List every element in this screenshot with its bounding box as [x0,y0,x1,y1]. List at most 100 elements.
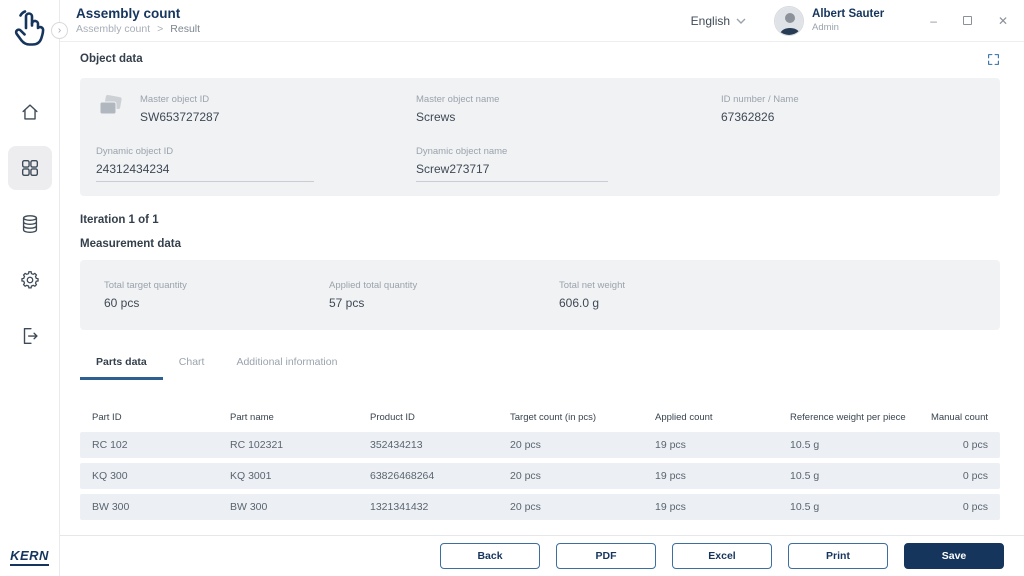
measurement-title: Measurement data [80,238,1000,250]
sidebar-item-logout[interactable] [8,314,52,358]
table-row[interactable]: BW 300 BW 300 1321341432 20 pcs 19 pcs 1… [80,494,1000,520]
footer-action-bar: Back PDF Excel Print Save [60,535,1024,576]
cell-part-id: KQ 300 [92,470,230,482]
cell-target-count: 20 pcs [510,501,655,513]
sidebar-item-modules[interactable] [8,146,52,190]
cell-applied-count: 19 pcs [655,470,790,482]
field-value: 67362826 [721,110,984,124]
excel-button[interactable]: Excel [672,543,772,569]
cell-part-name: BW 300 [230,501,370,513]
cell-reference-weight: 10.5 g [790,439,910,451]
cell-product-id: 1321341432 [370,501,510,513]
header: Assembly count Assembly count > Result E… [60,0,1024,42]
pdf-button[interactable]: PDF [556,543,656,569]
cell-product-id: 352434213 [370,439,510,451]
iteration-title: Iteration 1 of 1 [80,214,1000,226]
field-label: Master object name [416,94,721,105]
field-label: Dynamic object name [416,146,721,157]
cell-applied-count: 19 pcs [655,501,790,513]
field-label: Total target quantity [104,280,329,291]
sidebar-nav [8,90,52,358]
parts-table: Part ID Part name Product ID Target coun… [80,402,1000,520]
content: Object data Master object ID SW653727287 [60,42,1024,535]
apps-grid-icon [19,157,41,179]
user-name: Albert Sauter [812,7,884,21]
breadcrumb-parent[interactable]: Assembly count [76,23,150,35]
field-label: ID number / Name [721,94,984,105]
column-header: Reference weight per piece [790,412,910,423]
breadcrumb: Assembly count > Result [76,23,200,35]
field-id-number-name: ID number / Name 67362826 [721,94,984,124]
field-value: 57 pcs [329,296,559,310]
avatar[interactable] [774,6,804,36]
field-master-object-name: Master object name Screws [416,94,721,124]
back-button[interactable]: Back [440,543,540,569]
window-controls: – ✕ [930,15,1008,27]
main-area: Assembly count Assembly count > Result E… [60,0,1024,576]
column-header: Part ID [92,412,230,423]
cell-reference-weight: 10.5 g [790,501,910,513]
chevron-right-icon: › [58,25,61,36]
user-info[interactable]: Albert Sauter Admin [812,7,884,33]
sidebar-item-settings[interactable] [8,258,52,302]
tab-additional-information[interactable]: Additional information [220,350,353,380]
minimize-icon[interactable]: – [930,15,937,27]
field-value: Screws [416,110,721,124]
cell-applied-count: 19 pcs [655,439,790,451]
column-header: Manual count [931,412,988,423]
object-data-title: Object data [80,53,143,65]
field-label: Dynamic object ID [96,146,416,157]
app-window: KERN › Assembly count Assembly count > R… [0,0,1024,576]
kern-logo: KERN [10,548,49,566]
object-data-header: Object data [80,50,1000,68]
field-applied-total-quantity: Applied total quantity 57 pcs [329,280,559,310]
field-label: Applied total quantity [329,280,559,291]
language-label: English [691,14,730,28]
language-selector[interactable]: English [691,14,746,28]
maximize-icon[interactable] [963,16,972,25]
header-right: English Albert Sauter Admin – ✕ [691,6,1008,36]
app-logo [10,8,50,50]
column-header: Applied count [655,412,790,423]
field-total-target-quantity: Total target quantity 60 pcs [104,280,329,310]
database-icon [19,213,41,235]
user-role: Admin [812,22,884,34]
tab-chart[interactable]: Chart [163,350,221,380]
logout-icon [19,325,41,347]
chevron-down-icon [736,18,746,24]
table-row[interactable]: RC 102 RC 102321 352434213 20 pcs 19 pcs… [80,432,1000,458]
cell-reference-weight: 10.5 g [790,470,910,482]
cell-manual-count: 0 pcs [963,470,988,482]
page-title: Assembly count [76,6,200,21]
cell-part-name: RC 102321 [230,439,370,451]
header-titles: Assembly count Assembly count > Result [76,6,200,35]
expand-icon[interactable] [987,53,1000,66]
tab-parts-data[interactable]: Parts data [80,350,163,380]
column-header: Product ID [370,412,510,423]
cell-product-id: 63826468264 [370,470,510,482]
column-header: Target count (in pcs) [510,412,655,423]
table-row[interactable]: KQ 300 KQ 3001 63826468264 20 pcs 19 pcs… [80,463,1000,489]
cell-part-id: RC 102 [92,439,230,451]
dynamic-object-name-input[interactable]: Screw273717 [416,162,608,182]
dynamic-object-id-input[interactable]: 24312434234 [96,162,314,182]
touch-hand-logo-icon [12,9,48,49]
field-value: 606.0 g [559,296,976,310]
sidebar-toggle-button[interactable]: › [51,22,68,39]
breadcrumb-separator: > [157,23,163,35]
column-header: Part name [230,412,370,423]
cell-manual-count: 0 pcs [963,501,988,513]
parts-table-header: Part ID Part name Product ID Target coun… [80,402,1000,432]
field-label: Master object ID [140,94,219,105]
close-icon[interactable]: ✕ [998,15,1008,27]
sidebar-item-home[interactable] [8,90,52,134]
breadcrumb-current: Result [170,23,200,35]
save-button[interactable]: Save [904,543,1004,569]
documents-stack-icon [96,94,126,120]
field-value: 60 pcs [104,296,329,310]
sidebar-item-database[interactable] [8,202,52,246]
cell-part-name: KQ 3001 [230,470,370,482]
print-button[interactable]: Print [788,543,888,569]
measurement-panel: Total target quantity 60 pcs Applied tot… [80,260,1000,330]
home-icon [19,101,41,123]
